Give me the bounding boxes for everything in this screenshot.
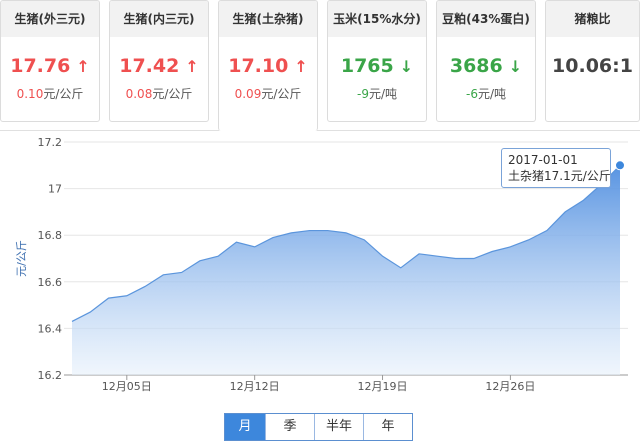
- tab-change-row: 0.10元/公斤: [1, 85, 99, 102]
- tab-title: 生猪(土杂猪): [219, 1, 317, 37]
- price-area-fill: [72, 165, 620, 375]
- x-tick-label: 12月19日: [358, 380, 408, 393]
- tab-change: -6: [465, 87, 478, 101]
- y-tick-label: 16.8: [38, 229, 63, 242]
- tab-2[interactable]: 生猪(土杂猪) 17.10 ↑ 0.09元/公斤: [218, 0, 318, 131]
- tab-change: 0.10: [16, 87, 44, 101]
- tab-change-unit: 元/公斤: [43, 87, 84, 101]
- tab-price-row: 17.10 ↑: [219, 53, 317, 79]
- y-tick-label: 17: [48, 183, 62, 196]
- chart-tooltip: 2017-01-01 土杂猪17.1元/公斤: [501, 148, 611, 188]
- tab-change-unit: 元/公斤: [152, 87, 193, 101]
- tab-price: 10.06:1: [552, 55, 633, 77]
- arrow-up-icon: ↑: [185, 56, 199, 76]
- tab-1[interactable]: 生猪(内三元) 17.42 ↑ 0.08元/公斤: [109, 0, 209, 122]
- arrow-up-icon: ↑: [294, 56, 308, 76]
- price-tabs: 生猪(外三元) 17.76 ↑ 0.10元/公斤 生猪(内三元) 17.42 ↑ 0.08元/…: [0, 0, 640, 131]
- tab-title: 玉米(15%水分): [328, 1, 426, 37]
- tab-change: 0.09: [234, 87, 262, 101]
- tab-change-unit: 元/公斤: [261, 87, 302, 101]
- tab-price: 17.42: [119, 55, 180, 77]
- x-tick-label: 12月26日: [485, 380, 535, 393]
- period-button-3[interactable]: 年: [363, 414, 412, 440]
- tab-change: -9: [356, 87, 369, 101]
- tab-3[interactable]: 玉米(15%水分) 1765 ↓ -9元/吨: [327, 0, 427, 122]
- tab-price-row: 17.42 ↑: [110, 53, 208, 79]
- arrow-down-icon: ↓: [508, 56, 523, 76]
- tab-price-row: 10.06:1: [546, 53, 639, 79]
- tab-price: 3686: [449, 55, 503, 77]
- tab-title: 生猪(外三元): [1, 1, 99, 37]
- tooltip-date: 2017-01-01: [508, 153, 578, 167]
- tab-price-row: 3686 ↓: [437, 53, 535, 79]
- tab-price-row: 17.76 ↑: [1, 53, 99, 79]
- tab-change: 0.08: [125, 87, 153, 101]
- tab-price: 1765: [340, 55, 394, 77]
- y-tick-label: 16.4: [38, 322, 63, 335]
- period-button-2[interactable]: 半年: [314, 414, 363, 440]
- tab-change-unit: 元/吨: [368, 87, 397, 101]
- y-tick-label: 17.2: [38, 136, 63, 149]
- arrow-down-icon: ↓: [399, 56, 414, 76]
- tab-price: 17.76: [10, 55, 71, 77]
- x-tick-label: 12月05日: [102, 380, 152, 393]
- y-tick-label: 16.6: [38, 276, 63, 289]
- tab-price-row: 1765 ↓: [328, 53, 426, 79]
- tab-title: 猪粮比: [546, 1, 639, 37]
- tab-change-unit: 元/吨: [477, 87, 506, 101]
- tab-4[interactable]: 豆粕(43%蛋白) 3686 ↓ -6元/吨: [436, 0, 536, 122]
- tab-0[interactable]: 生猪(外三元) 17.76 ↑ 0.10元/公斤: [0, 0, 100, 122]
- y-tick-label: 16.2: [38, 369, 63, 382]
- highlighted-data-point: [615, 160, 625, 171]
- tab-price: 17.10: [228, 55, 289, 77]
- y-axis-title: 元/公斤: [15, 240, 28, 277]
- arrow-up-icon: ↑: [76, 56, 90, 76]
- tab-change-row: 0.08元/公斤: [110, 85, 208, 102]
- tab-title: 豆粕(43%蛋白): [437, 1, 535, 37]
- tab-change-row: 0.09元/公斤: [219, 85, 317, 102]
- tab-change-row: -9元/吨: [328, 85, 426, 102]
- period-button-1[interactable]: 季: [265, 414, 314, 440]
- x-tick-label: 12月12日: [230, 380, 280, 393]
- tab-change-row: -6元/吨: [437, 85, 535, 102]
- tab-5[interactable]: 猪粮比 10.06:1: [545, 0, 640, 122]
- period-selector: 月季半年年: [224, 413, 413, 441]
- tooltip-value: 土杂猪17.1元/公斤: [508, 169, 611, 183]
- period-button-0[interactable]: 月: [225, 414, 265, 440]
- tab-title: 生猪(内三元): [110, 1, 208, 37]
